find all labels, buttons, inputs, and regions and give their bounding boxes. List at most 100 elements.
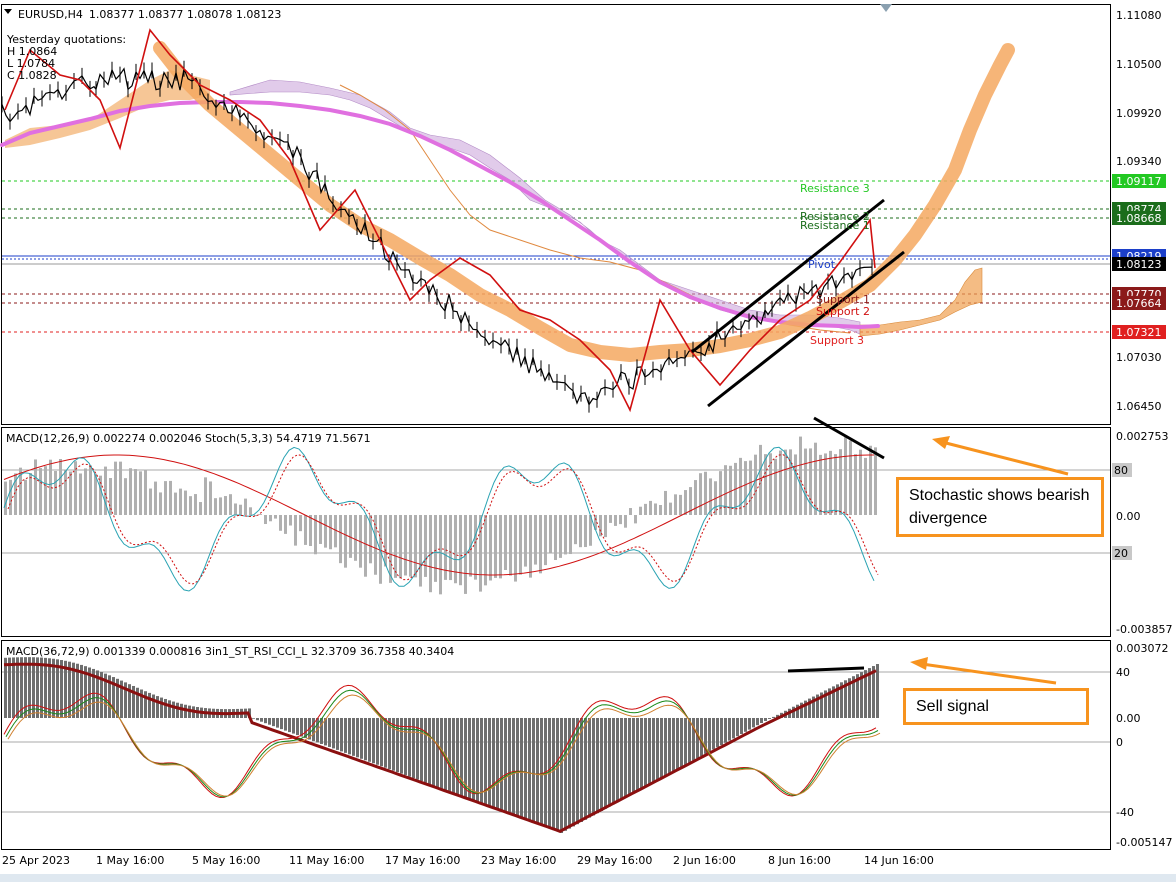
macd1-bar (639, 506, 642, 515)
macd2-bar (640, 718, 643, 789)
macd1-bar (279, 515, 282, 531)
macd2-bar (736, 718, 739, 737)
resistance1-label: Resistance 1 (800, 219, 870, 232)
macd1-bar (199, 502, 202, 515)
macd1-bar (124, 478, 127, 515)
indicator2-axis-m40: -40 (1116, 806, 1134, 819)
macd1-bar (234, 503, 237, 515)
macd2-bar (376, 718, 379, 765)
macd2-bar (44, 657, 47, 718)
macd2-bar (564, 718, 567, 831)
macd1-bar (624, 515, 627, 528)
macd1-bar (699, 473, 702, 515)
stochastic-callout: Stochastic shows bearish divergence (896, 477, 1104, 537)
macd2-bar (516, 718, 519, 817)
macd1-bar (864, 457, 867, 515)
indicator2-axis-40: 40 (1116, 666, 1130, 679)
macd1-histogram (4, 436, 877, 595)
menu-arrow-icon[interactable] (4, 9, 12, 14)
macd1-bar (544, 515, 547, 566)
macd2-bar (156, 696, 159, 718)
macd1-bar (149, 488, 152, 515)
indicator2-axis-top: 0.003072 (1116, 642, 1169, 655)
support2-label: Support 2 (816, 305, 870, 318)
macd1-bar (154, 481, 157, 515)
macd1-bar (834, 454, 837, 515)
macd1-bar (269, 515, 272, 522)
macd2-bar (632, 718, 635, 794)
time-axis-label: 5 May 16:00 (192, 854, 260, 867)
time-axis-label: 11 May 16:00 (289, 854, 364, 867)
macd2-bar (348, 718, 351, 755)
macd2-bar (520, 718, 523, 819)
price-tags: 1.091171.087741.086681.082191.081231.077… (1112, 174, 1166, 339)
macd1-bar (704, 471, 707, 515)
macd2-bar (176, 702, 179, 718)
macd2-bar (260, 718, 263, 722)
macd1-bar (634, 515, 637, 524)
support3-label: Support 3 (810, 334, 864, 347)
macd2-bar (732, 718, 735, 739)
indicator1-axis-zero: 0.00 (1116, 510, 1141, 523)
macd1-bar (114, 461, 117, 515)
macd1-bar (824, 453, 827, 515)
shift-marker-icon[interactable] (880, 4, 892, 12)
indicator1-axis-bottom: -0.003857 (1116, 623, 1172, 636)
macd2-bar (292, 718, 295, 734)
macd2-bar (504, 718, 507, 813)
macd1-bar (744, 461, 747, 515)
macd1-bar (299, 515, 302, 532)
macd1-bar (654, 503, 657, 515)
macd2-bar (420, 718, 423, 782)
macd1-bar (354, 515, 357, 561)
macd2-bar (560, 718, 563, 833)
macd1-bar (4, 481, 7, 515)
macd2-bar (764, 718, 767, 721)
macd2-bar (296, 718, 299, 736)
macd2-bar (528, 718, 531, 822)
macd2-bar (612, 718, 615, 805)
macd1-bar (419, 515, 422, 587)
macd2-bar (344, 718, 347, 753)
indicator2-axis-bottom: -0.005147 (1116, 836, 1172, 849)
macd2-bar (268, 718, 271, 725)
macd1-bar (229, 494, 232, 515)
macd2-bar (536, 718, 539, 825)
macd2-bar (480, 718, 483, 804)
macd1-bar (679, 494, 682, 515)
trading-chart[interactable]: 1.11080 1.10500 1.09920 1.09340 1.07030 … (0, 0, 1176, 882)
macd1-bar (489, 515, 492, 581)
macd2-bar (604, 718, 607, 809)
macd2-bar (508, 718, 511, 814)
macd1-bar (134, 469, 137, 515)
macd1-bar (159, 492, 162, 515)
macd2-bar (500, 718, 503, 811)
macd1-bar (29, 473, 32, 515)
macd1-bar (209, 481, 212, 515)
macd1-bar (64, 470, 67, 515)
macd1-bar (119, 461, 122, 515)
macd1-bar (204, 477, 207, 515)
macd1-bar (164, 481, 167, 515)
price-axis-label: 1.06450 (1116, 400, 1162, 413)
macd1-bar (194, 494, 197, 515)
macd1-bar (344, 515, 347, 568)
macd2-bar (24, 657, 27, 718)
macd1-bar (84, 468, 87, 515)
indicator2-axis-0: 0 (1116, 736, 1123, 749)
bottom-scrollbar[interactable] (0, 874, 1176, 882)
macd2-bar (28, 657, 31, 718)
macd1-bar (799, 436, 802, 515)
macd2-bar (672, 718, 675, 772)
macd1-bar (309, 515, 312, 547)
macd2-bar (256, 718, 259, 721)
macd1-bar (609, 515, 612, 523)
macd2-bar (728, 718, 731, 741)
time-axis-label: 14 Jun 16:00 (864, 854, 934, 867)
price-axis-label: 1.07030 (1116, 351, 1162, 364)
macd2-bar (748, 718, 751, 730)
macd1-bar (449, 515, 452, 581)
macd1-bar (519, 515, 522, 575)
macd1-bar (94, 473, 97, 515)
macd2-bar (276, 718, 279, 728)
